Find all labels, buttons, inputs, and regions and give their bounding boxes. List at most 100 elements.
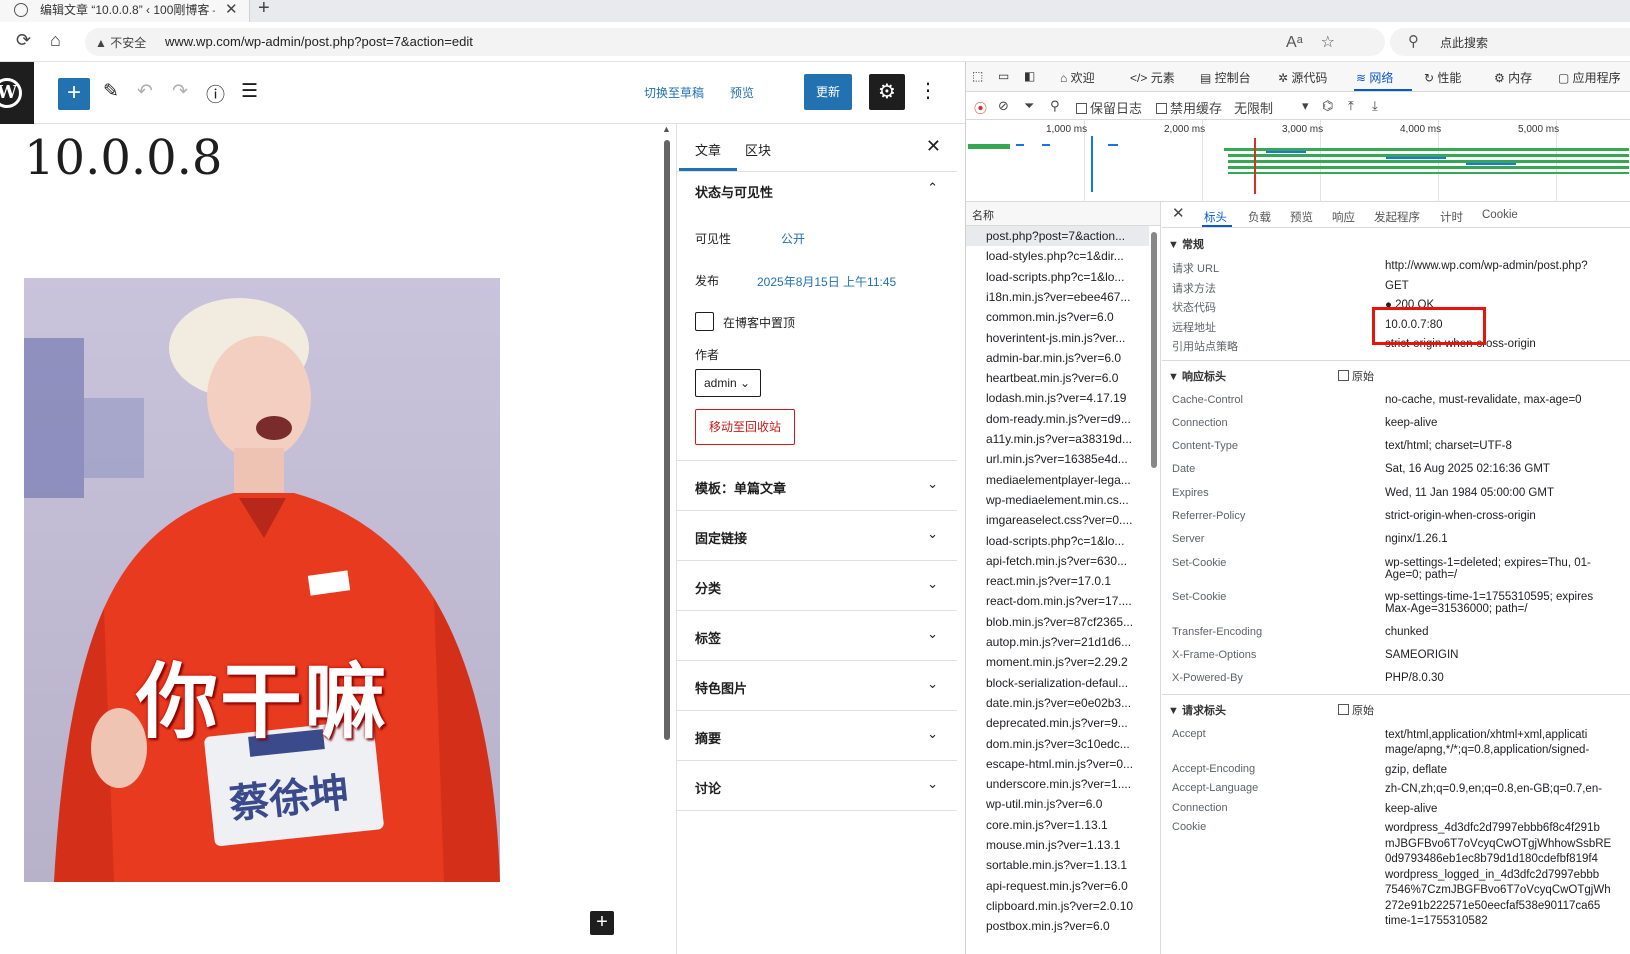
tab-sources[interactable]: ✲ 源代码: [1278, 69, 1327, 86]
chevron-down-icon[interactable]: ⌄: [927, 526, 938, 542]
tab-console[interactable]: ▤ 控制台: [1200, 69, 1251, 86]
tab-timing[interactable]: 计时: [1440, 209, 1463, 225]
request-row[interactable]: clipboard.min.js?ver=2.0.10: [966, 896, 1149, 916]
request-row[interactable]: react.min.js?ver=17.0.1: [966, 571, 1149, 591]
request-row[interactable]: sortable.min.js?ver=1.13.1: [966, 855, 1149, 875]
tab-cookies[interactable]: Cookie: [1482, 209, 1518, 221]
request-row[interactable]: load-scripts.php?c=1&lo...: [966, 267, 1149, 287]
visibility-value[interactable]: 公开: [781, 230, 805, 247]
url-text[interactable]: www.wp.com/wp-admin/post.php?post=7&acti…: [165, 34, 473, 49]
tab-welcome[interactable]: ⌂ 欢迎: [1060, 69, 1095, 86]
export-icon[interactable]: ⤓: [1372, 98, 1378, 114]
request-row[interactable]: block-serialization-defaul...: [966, 673, 1149, 693]
request-list-scrollbar[interactable]: [1151, 232, 1157, 468]
request-row[interactable]: deprecated.min.js?ver=9...: [966, 713, 1149, 733]
request-row[interactable]: admin-bar.min.js?ver=6.0: [966, 348, 1149, 368]
request-row[interactable]: common.min.js?ver=6.0: [966, 307, 1149, 327]
close-icon[interactable]: ✕: [926, 136, 941, 157]
request-row[interactable]: core.min.js?ver=1.13.1: [966, 815, 1149, 835]
panel-discussion[interactable]: 讨论: [695, 778, 721, 797]
tab-headers[interactable]: 标头: [1204, 209, 1227, 225]
more-options-icon[interactable]: ⋮: [918, 78, 938, 103]
post-title[interactable]: 10.0.0.8: [24, 130, 222, 186]
chevron-down-icon[interactable]: ⌄: [927, 476, 938, 492]
settings-gear-icon[interactable]: ⚙: [869, 74, 905, 110]
panel-permalink[interactable]: 固定链接: [695, 528, 747, 547]
insecure-badge[interactable]: ▲ 不安全: [95, 34, 146, 51]
request-row[interactable]: underscore.min.js?ver=1....: [966, 774, 1149, 794]
request-row[interactable]: hoverintent-js.min.js?ver...: [966, 328, 1149, 348]
list-view-icon[interactable]: ☰: [241, 80, 258, 103]
request-row[interactable]: api-request.min.js?ver=6.0: [966, 876, 1149, 896]
chevron-down-icon[interactable]: ⌄: [927, 776, 938, 792]
reload-icon[interactable]: ⟳: [16, 30, 31, 51]
request-row[interactable]: wp-mediaelement.min.cs...: [966, 490, 1149, 510]
name-column-header[interactable]: 名称: [966, 202, 1160, 226]
request-row[interactable]: dom.min.js?ver=3c10edc...: [966, 734, 1149, 754]
tab-memory[interactable]: ⚙ 内存: [1494, 69, 1532, 86]
favorite-star-icon[interactable]: ☆: [1321, 34, 1335, 51]
request-row[interactable]: escape-html.min.js?ver=0...: [966, 754, 1149, 774]
post-image[interactable]: 你干嘛 蔡徐坤: [24, 278, 500, 882]
tab-payload[interactable]: 负载: [1248, 209, 1271, 225]
url-field[interactable]: ▲ 不安全 www.wp.com/wp-admin/post.php?post=…: [85, 28, 1385, 56]
request-row[interactable]: imgareaselect.css?ver=0....: [966, 510, 1149, 530]
redo-icon[interactable]: ↷: [172, 80, 188, 103]
browser-search-field[interactable]: ⚲ 点此搜索: [1390, 28, 1630, 56]
tab-performance[interactable]: ↻ 性能: [1424, 69, 1461, 86]
device-toggle-icon[interactable]: ▭: [998, 69, 1009, 83]
request-row[interactable]: mouse.min.js?ver=1.13.1: [966, 835, 1149, 855]
scroll-up-arrow[interactable]: ▲: [662, 124, 671, 134]
switch-to-draft-button[interactable]: 切换至草稿: [644, 84, 704, 101]
chevron-down-icon[interactable]: ⌄: [927, 626, 938, 642]
chevron-down-icon[interactable]: ⌄: [927, 576, 938, 592]
panel-featured-image[interactable]: 特色图片: [695, 678, 747, 697]
disable-cache-checkbox[interactable]: 禁用缓存: [1156, 98, 1222, 117]
raw-response-checkbox[interactable]: 原始: [1338, 368, 1374, 384]
pencil-icon[interactable]: ✎: [103, 80, 119, 103]
tab-application[interactable]: ▢ 应用程序: [1558, 69, 1621, 86]
request-row[interactable]: load-scripts.php?c=1&lo...: [966, 531, 1149, 551]
status-visibility-heading[interactable]: 状态与可见性: [695, 182, 773, 201]
undo-icon[interactable]: ↶: [137, 80, 153, 103]
response-headers-heading[interactable]: ▼ 响应标头: [1168, 368, 1226, 384]
editor-scrollbar[interactable]: [664, 140, 670, 740]
general-section-heading[interactable]: ▼ 常规: [1168, 236, 1204, 252]
tab-preview[interactable]: 预览: [1290, 209, 1313, 225]
panel-tags[interactable]: 标签: [695, 628, 721, 647]
close-tab-icon[interactable]: ✕: [225, 0, 238, 18]
tab-response[interactable]: 响应: [1332, 209, 1355, 225]
request-row[interactable]: url.min.js?ver=16385e4d...: [966, 449, 1149, 469]
close-icon[interactable]: ✕: [1172, 204, 1185, 222]
request-row[interactable]: wp-util.min.js?ver=6.0: [966, 794, 1149, 814]
raw-request-checkbox[interactable]: 原始: [1338, 702, 1374, 718]
request-row[interactable]: api-fetch.min.js?ver=630...: [966, 551, 1149, 571]
record-icon[interactable]: ⦿: [974, 98, 987, 117]
preserve-log-checkbox[interactable]: 保留日志: [1076, 98, 1142, 117]
preview-button[interactable]: 预览: [730, 84, 754, 101]
home-icon[interactable]: ⌂: [50, 30, 61, 51]
chevron-down-icon[interactable]: ▾: [1302, 98, 1309, 114]
throttle-select[interactable]: 无限制: [1234, 98, 1273, 117]
import-icon[interactable]: ⤒: [1348, 98, 1354, 114]
request-row[interactable]: autop.min.js?ver=21d1d6...: [966, 632, 1149, 652]
request-row[interactable]: mediaelementplayer-lega...: [966, 470, 1149, 490]
request-row[interactable]: post.php?post=7&action...: [966, 226, 1149, 246]
add-block-button[interactable]: +: [58, 78, 90, 110]
tab-elements[interactable]: </> 元素: [1130, 69, 1175, 86]
request-row[interactable]: a11y.min.js?ver=a38319d...: [966, 429, 1149, 449]
add-block-inline-button[interactable]: +: [590, 911, 614, 935]
request-row[interactable]: blob.min.js?ver=87cf2365...: [966, 612, 1149, 632]
new-tab-button[interactable]: +: [258, 0, 270, 20]
tab-block[interactable]: 区块: [745, 140, 771, 159]
filter-icon[interactable]: ⏷: [1024, 98, 1034, 114]
request-row[interactable]: postbox.min.js?ver=6.0: [966, 916, 1149, 936]
wordpress-logo[interactable]: W: [0, 62, 34, 124]
panel-excerpt[interactable]: 摘要: [695, 728, 721, 747]
network-timeline[interactable]: 1,000 ms 2,000 ms 3,000 ms 4,000 ms 5,00…: [966, 120, 1630, 202]
chevron-down-icon[interactable]: ⌄: [927, 676, 938, 692]
update-button[interactable]: 更新: [804, 74, 852, 110]
request-row[interactable]: i18n.min.js?ver=ebee467...: [966, 287, 1149, 307]
move-to-trash-button[interactable]: 移动至回收站: [695, 409, 795, 445]
request-row[interactable]: heartbeat.min.js?ver=6.0: [966, 368, 1149, 388]
